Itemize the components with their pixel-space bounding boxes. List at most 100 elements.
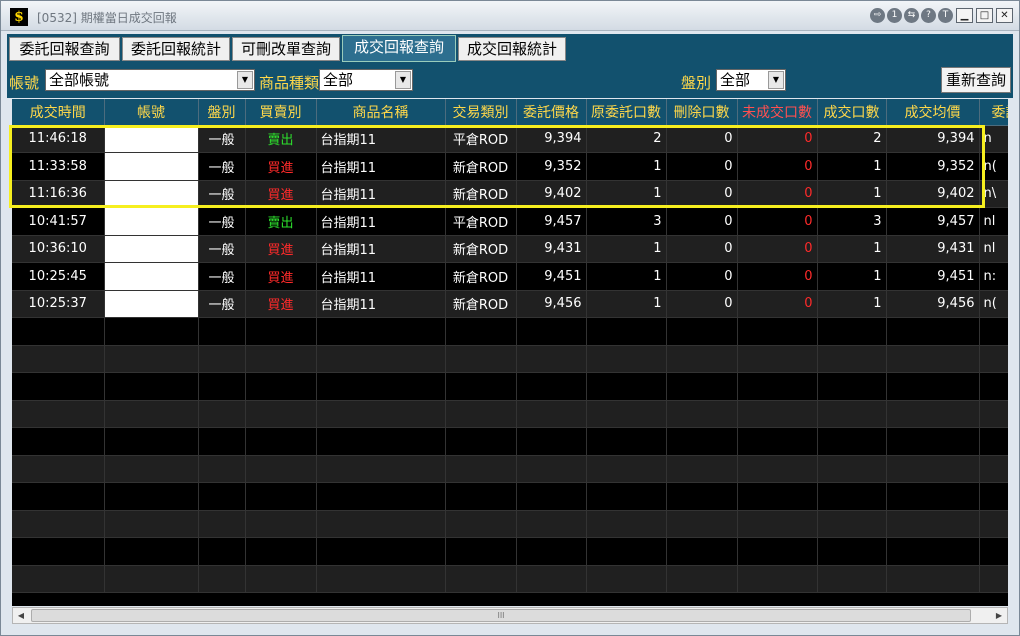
empty-cell: [516, 400, 587, 428]
empty-row[interactable]: [12, 317, 1008, 346]
tab-modifiable-orders[interactable]: 可刪改單查詢: [232, 37, 340, 61]
maximize-button[interactable]: □: [976, 8, 993, 23]
chevron-down-icon[interactable]: ▼: [395, 71, 411, 89]
empty-cell: [445, 317, 517, 346]
product-type-select[interactable]: 全部 ▼: [319, 69, 413, 91]
empty-row[interactable]: [12, 372, 1008, 401]
empty-row[interactable]: [12, 427, 1008, 456]
cell-avg: 9,457: [886, 207, 980, 236]
cell-orig: 1: [586, 180, 667, 208]
close-button[interactable]: ✕: [996, 8, 1013, 23]
export-icon[interactable]: ⇨: [870, 8, 885, 23]
link-icon[interactable]: ⇆: [904, 8, 919, 23]
empty-cell: [817, 317, 887, 346]
cell-filled: 3: [817, 207, 887, 236]
empty-cell: [666, 455, 738, 483]
fill-report-table: 成交時間 帳號 盤別 買賣別 商品名稱 交易類別 委託價格 原委託口數 刪除口數…: [12, 99, 1008, 593]
empty-cell: [586, 565, 667, 593]
col-order-extra[interactable]: 委託: [979, 99, 1008, 126]
tab-fill-report-query[interactable]: 成交回報查詢: [342, 35, 456, 62]
empty-row[interactable]: [12, 537, 1008, 566]
text-icon[interactable]: T: [938, 8, 953, 23]
table-row[interactable]: 11:16:36 一般 買進 台指期11 新倉ROD 9,402 1 0 0 1 9,402 n\: [12, 180, 1008, 208]
table-row[interactable]: 10:41:57 一般 賣出 台指期11 平倉ROD 9,457 3 0 0 3 9,457 nl: [12, 207, 1008, 236]
empty-cell: [516, 510, 587, 538]
one-icon[interactable]: 1: [887, 8, 902, 23]
table-row[interactable]: 10:25:45 一般 買進 台指期11 新倉ROD 9,451 1 0 0 1 9,451 n:: [12, 262, 1008, 291]
empty-cell: [979, 400, 1008, 428]
session-select[interactable]: 全部 ▼: [716, 69, 786, 91]
empty-cell: [817, 372, 887, 401]
empty-cell: [666, 482, 738, 511]
col-deleted-qty[interactable]: 刪除口數: [666, 99, 738, 126]
cell-side: 買進: [245, 290, 317, 318]
empty-row[interactable]: [12, 565, 1008, 593]
table-row[interactable]: 10:36:10 一般 買進 台指期11 新倉ROD 9,431 1 0 0 1 9,431 nl: [12, 235, 1008, 263]
empty-cell: [245, 565, 317, 593]
empty-cell: [445, 455, 517, 483]
empty-cell: [104, 317, 199, 346]
col-product[interactable]: 商品名稱: [316, 99, 446, 126]
empty-cell: [516, 345, 587, 373]
cell-orig: 1: [586, 262, 667, 291]
empty-row[interactable]: [12, 345, 1008, 373]
col-filled-qty[interactable]: 成交口數: [817, 99, 887, 126]
empty-cell: [586, 400, 667, 428]
tab-fill-report-stats[interactable]: 成交回報統計: [458, 37, 566, 61]
empty-cell: [198, 510, 246, 538]
empty-cell: [666, 317, 738, 346]
fill-report-grid[interactable]: 成交時間 帳號 盤別 買賣別 商品名稱 交易類別 委託價格 原委託口數 刪除口數…: [12, 99, 1008, 606]
minimize-button[interactable]: ▁: [956, 8, 973, 23]
empty-cell: [316, 317, 446, 346]
col-session[interactable]: 盤別: [198, 99, 246, 126]
empty-row[interactable]: [12, 482, 1008, 511]
help-icon[interactable]: ?: [921, 8, 936, 23]
cell-filled: 1: [817, 152, 887, 181]
col-unfilled-qty[interactable]: 未成交口數: [737, 99, 818, 126]
col-account[interactable]: 帳號: [104, 99, 199, 126]
table-row[interactable]: 10:25:37 一般 買進 台指期11 新倉ROD 9,456 1 0 0 1 9,456 n(: [12, 290, 1008, 318]
empty-cell: [516, 317, 587, 346]
empty-cell: [979, 537, 1008, 566]
col-fill-time[interactable]: 成交時間: [12, 99, 105, 126]
table-row[interactable]: 11:46:18 一般 賣出 台指期11 平倉ROD 9,394 2 0 0 2 9,394 n: [12, 125, 1008, 153]
empty-cell: [104, 372, 199, 401]
title-bar[interactable]: $ [0532] 期權當日成交回報 ⇨ 1 ⇆ ? T ▁ □ ✕: [1, 1, 1019, 31]
cell-orig: 1: [586, 152, 667, 181]
cell-session: 一般: [198, 125, 246, 153]
tab-order-report-query[interactable]: 委託回報查詢: [9, 37, 120, 61]
cell-price: 9,352: [516, 152, 587, 181]
empty-cell: [104, 482, 199, 511]
scroll-thumb[interactable]: III: [31, 609, 971, 622]
empty-row[interactable]: [12, 400, 1008, 428]
col-order-price[interactable]: 委託價格: [516, 99, 587, 126]
empty-cell: [666, 565, 738, 593]
cell-orig: 2: [586, 125, 667, 153]
empty-cell: [12, 565, 105, 593]
empty-cell: [198, 345, 246, 373]
account-select[interactable]: 全部帳號 ▼: [45, 69, 255, 91]
scroll-right-icon[interactable]: ▶: [991, 608, 1007, 623]
col-side[interactable]: 買賣別: [245, 99, 317, 126]
horizontal-scrollbar[interactable]: ◀ III ▶: [12, 607, 1008, 624]
scroll-left-icon[interactable]: ◀: [13, 608, 29, 623]
empty-cell: [886, 455, 980, 483]
chevron-down-icon[interactable]: ▼: [768, 71, 784, 89]
empty-cell: [737, 482, 818, 511]
cell-type: 平倉ROD: [445, 125, 517, 153]
empty-row[interactable]: [12, 510, 1008, 538]
chevron-down-icon[interactable]: ▼: [237, 71, 253, 89]
cell-del: 0: [666, 180, 738, 208]
cell-account: [104, 152, 199, 181]
col-original-qty[interactable]: 原委託口數: [586, 99, 667, 126]
tab-order-report-stats[interactable]: 委託回報統計: [122, 37, 230, 61]
col-avg-price[interactable]: 成交均價: [886, 99, 980, 126]
table-row[interactable]: 11:33:58 一般 買進 台指期11 新倉ROD 9,352 1 0 0 1 9,352 n(: [12, 152, 1008, 181]
empty-cell: [979, 565, 1008, 593]
cell-avg: 9,402: [886, 180, 980, 208]
empty-cell: [979, 427, 1008, 456]
requery-button[interactable]: 重新查詢: [941, 67, 1011, 93]
empty-row[interactable]: [12, 455, 1008, 483]
col-trade-type[interactable]: 交易類別: [445, 99, 517, 126]
empty-cell: [586, 510, 667, 538]
